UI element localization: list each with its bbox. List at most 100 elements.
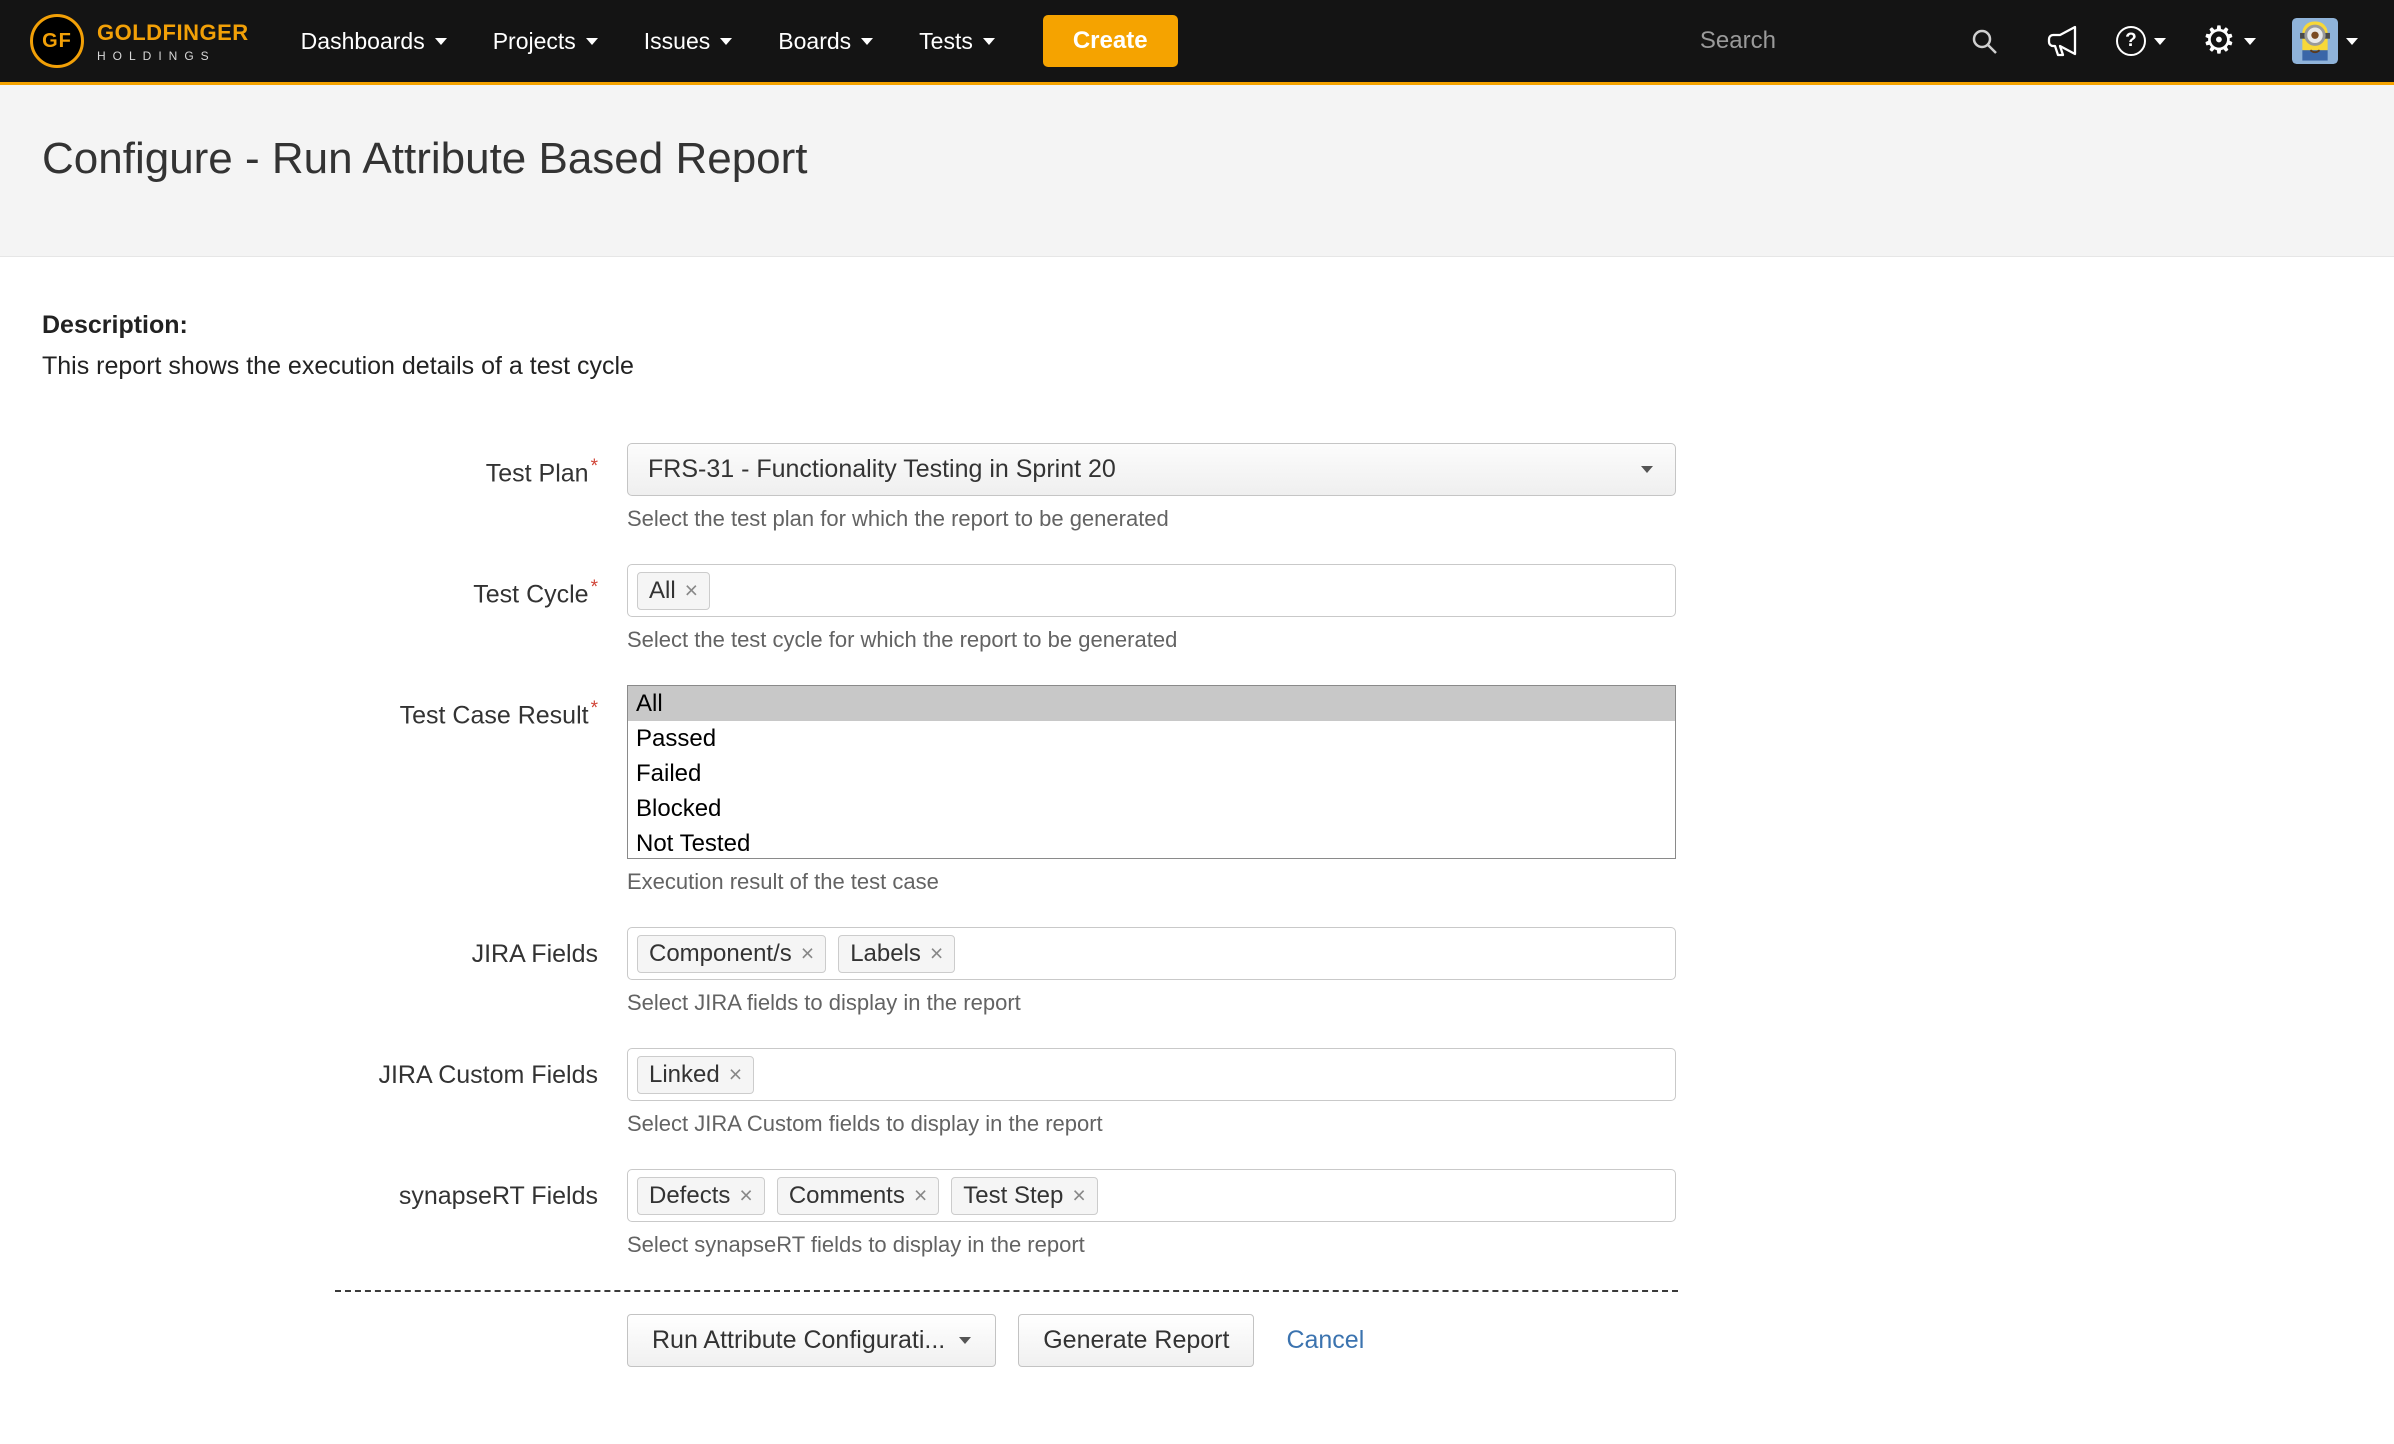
test-plan-label-text: Test Plan (486, 459, 589, 487)
description-text: This report shows the execution details … (42, 352, 2352, 381)
help-icon: ? (2116, 26, 2146, 56)
chevron-down-icon (861, 38, 873, 45)
tag-components: Component/s × (637, 935, 826, 973)
tag-all: All × (637, 572, 710, 610)
test-cycle-label: Test Cycle* (42, 564, 627, 653)
jira-custom-fields-label-text: JIRA Custom Fields (378, 1061, 598, 1089)
test-plan-selected-value: FRS-31 - Functionality Testing in Sprint… (648, 455, 1116, 484)
test-case-result-label-text: Test Case Result (400, 701, 589, 729)
search-input[interactable] (1698, 26, 1956, 56)
remove-icon[interactable]: × (685, 579, 698, 602)
page-title: Configure - Run Attribute Based Report (42, 134, 808, 184)
test-case-result-listbox[interactable]: All Passed Failed Blocked Not Tested (627, 685, 1676, 859)
synapsert-fields-label: synapseRT Fields (42, 1169, 627, 1258)
listbox-option-blocked[interactable]: Blocked (628, 791, 1675, 826)
run-attribute-config-dropdown[interactable]: Run Attribute Configurati... (627, 1314, 996, 1367)
search-icon[interactable] (1970, 27, 1998, 55)
jira-fields-multiselect[interactable]: Component/s × Labels × (627, 927, 1676, 980)
menu-boards[interactable]: Boards (778, 28, 873, 55)
description-label: Description: (42, 311, 2352, 340)
form-row-jira-custom-fields: JIRA Custom Fields Linked × Select JIRA … (42, 1048, 2352, 1137)
tag-comments: Comments × (777, 1177, 939, 1215)
gear-icon: ⚙ (2202, 22, 2236, 60)
test-plan-help: Select the test plan for which the repor… (627, 506, 1676, 532)
listbox-option-all[interactable]: All (628, 686, 1675, 721)
test-cycle-multiselect[interactable]: All × (627, 564, 1676, 617)
remove-icon[interactable]: × (801, 942, 814, 965)
test-case-result-help: Execution result of the test case (627, 869, 1676, 895)
announcements-button[interactable] (2046, 25, 2080, 57)
brand-monogram-icon: GF (30, 14, 84, 68)
tag-label: Labels (850, 940, 921, 968)
chevron-down-icon (959, 1337, 971, 1344)
search-area (1698, 26, 1998, 56)
menu-projects[interactable]: Projects (493, 28, 598, 55)
listbox-option-failed[interactable]: Failed (628, 756, 1675, 791)
help-menu[interactable]: ? (2116, 26, 2166, 56)
remove-icon[interactable]: × (729, 1063, 742, 1086)
form-row-synapsert-fields: synapseRT Fields Defects × Comments × Te… (42, 1169, 2352, 1258)
settings-menu[interactable]: ⚙ (2202, 22, 2256, 60)
main-menu: Dashboards Projects Issues Boards Tests (301, 28, 995, 55)
brand-subname: HOLDINGS (97, 49, 249, 63)
chevron-down-icon (2244, 38, 2256, 45)
chevron-down-icon (720, 38, 732, 45)
menu-tests-label: Tests (919, 28, 973, 55)
form-row-test-cycle: Test Cycle* All × Select the test cycle … (42, 564, 2352, 653)
tag-labels: Labels × (838, 935, 955, 973)
required-asterisk: * (591, 577, 598, 598)
tag-linked: Linked × (637, 1056, 754, 1094)
chevron-down-icon (586, 38, 598, 45)
menu-issues-label: Issues (644, 28, 710, 55)
remove-icon[interactable]: × (739, 1184, 752, 1207)
create-button[interactable]: Create (1043, 15, 1178, 67)
remove-icon[interactable]: × (914, 1184, 927, 1207)
tag-label: Test Step (963, 1182, 1063, 1210)
listbox-option-not-tested[interactable]: Not Tested (628, 826, 1675, 859)
test-cycle-help: Select the test cycle for which the repo… (627, 627, 1676, 653)
test-case-result-label: Test Case Result* (42, 685, 627, 895)
test-plan-select[interactable]: FRS-31 - Functionality Testing in Sprint… (627, 443, 1676, 496)
brand-text: GOLDFINGER HOLDINGS (97, 20, 249, 63)
report-config-form: Description: This report shows the execu… (0, 257, 2394, 1367)
chevron-down-icon (983, 38, 995, 45)
form-row-jira-fields: JIRA Fields Component/s × Labels × Selec… (42, 927, 2352, 1016)
menu-projects-label: Projects (493, 28, 576, 55)
tag-label: All (649, 577, 676, 605)
megaphone-icon (2046, 25, 2080, 57)
goldfinger-logo[interactable]: GF GOLDFINGER HOLDINGS (30, 14, 249, 68)
chevron-down-icon (2346, 38, 2358, 45)
required-asterisk: * (591, 698, 598, 719)
chevron-down-icon (1641, 466, 1653, 473)
form-row-test-plan: Test Plan* FRS-31 - Functionality Testin… (42, 443, 2352, 532)
remove-icon[interactable]: × (1072, 1184, 1085, 1207)
jira-custom-fields-multiselect[interactable]: Linked × (627, 1048, 1676, 1101)
tag-label: Defects (649, 1182, 730, 1210)
menu-tests[interactable]: Tests (919, 28, 995, 55)
chevron-down-icon (2154, 38, 2166, 45)
menu-issues[interactable]: Issues (644, 28, 732, 55)
menu-dashboards-label: Dashboards (301, 28, 425, 55)
tag-defects: Defects × (637, 1177, 765, 1215)
menu-boards-label: Boards (778, 28, 851, 55)
user-menu[interactable] (2292, 18, 2358, 64)
test-cycle-label-text: Test Cycle (473, 580, 588, 608)
menu-dashboards[interactable]: Dashboards (301, 28, 447, 55)
jira-fields-help: Select JIRA fields to display in the rep… (627, 990, 1676, 1016)
generate-report-button[interactable]: Generate Report (1018, 1314, 1254, 1367)
tag-label: Comments (789, 1182, 905, 1210)
form-separator (335, 1290, 1678, 1292)
test-plan-label: Test Plan* (42, 443, 627, 532)
synapsert-fields-help: Select synapseRT fields to display in th… (627, 1232, 1676, 1258)
tag-label: Linked (649, 1061, 720, 1089)
tag-label: Component/s (649, 940, 792, 968)
tag-test-step: Test Step × (951, 1177, 1098, 1215)
cancel-link[interactable]: Cancel (1286, 1326, 1364, 1355)
synapsert-fields-multiselect[interactable]: Defects × Comments × Test Step × (627, 1169, 1676, 1222)
listbox-option-passed[interactable]: Passed (628, 721, 1675, 756)
synapsert-fields-label-text: synapseRT Fields (399, 1182, 598, 1210)
remove-icon[interactable]: × (930, 942, 943, 965)
jira-custom-fields-label: JIRA Custom Fields (42, 1048, 627, 1137)
page-header: Configure - Run Attribute Based Report (0, 85, 2394, 257)
run-attribute-config-label: Run Attribute Configurati... (652, 1326, 945, 1355)
